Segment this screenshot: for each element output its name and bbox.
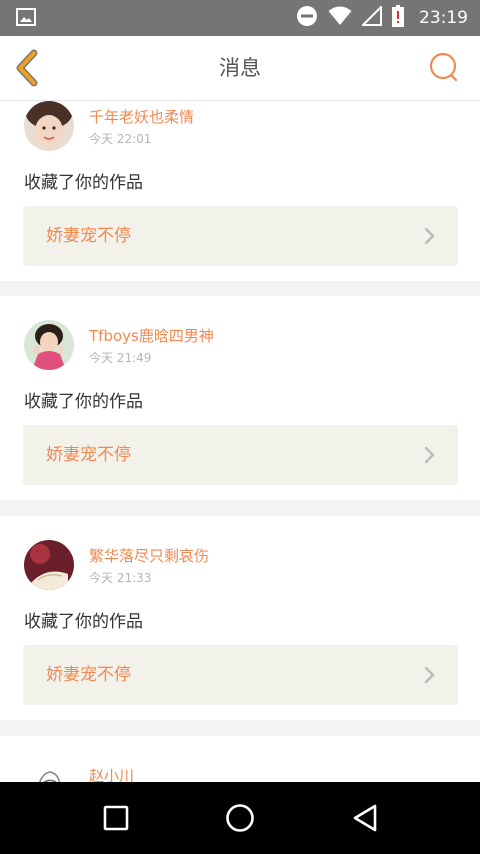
timestamp: 今天 21:33	[89, 571, 152, 585]
action-text: 收藏了你的作品	[24, 392, 143, 412]
square-recents-icon	[103, 805, 129, 831]
timestamp: 今天 21:49	[89, 351, 152, 365]
status-bar: 23:19	[0, 0, 480, 36]
action-text: 收藏了你的作品	[24, 173, 143, 193]
work-title: 娇妻宠不停	[46, 445, 131, 465]
username[interactable]: 繁华落尽只剩哀伤	[89, 545, 209, 566]
chevron-right-icon	[424, 227, 435, 245]
username[interactable]: Tfboys鹿晗四男神	[89, 325, 214, 346]
app-header: 消息	[0, 36, 480, 101]
search-icon	[429, 52, 458, 82]
status-time: 23:19	[419, 8, 468, 28]
avatar[interactable]	[24, 540, 74, 590]
action-text: 收藏了你的作品	[24, 612, 143, 632]
avatar[interactable]	[24, 101, 74, 151]
work-title: 娇妻宠不停	[46, 226, 131, 246]
work-link[interactable]: 娇妻宠不停	[23, 425, 458, 485]
nav-back-button[interactable]	[345, 798, 385, 838]
page-title: 消息	[219, 56, 261, 80]
search-button[interactable]	[424, 48, 464, 88]
notification-card: Tfboys鹿晗四男神 今天 21:49 收藏了你的作品 娇妻宠不停	[0, 296, 480, 500]
status-icons	[296, 4, 404, 31]
home-button[interactable]	[220, 798, 260, 838]
username[interactable]: 千年老妖也柔情	[89, 106, 194, 127]
notification-card: 赵小川	[0, 736, 480, 782]
signal-icon	[360, 4, 382, 30]
do-not-disturb-icon	[296, 5, 318, 31]
notification-feed[interactable]: 千年老妖也柔情 今天 22:01 收藏了你的作品 娇妻宠不停 Tfboys鹿晗四…	[0, 101, 480, 782]
chevron-right-icon	[424, 666, 435, 684]
avatar[interactable]	[24, 320, 74, 370]
notification-card: 繁华落尽只剩哀伤 今天 21:33 收藏了你的作品 娇妻宠不停	[0, 516, 480, 720]
work-link[interactable]: 娇妻宠不停	[23, 206, 458, 266]
work-title: 娇妻宠不停	[46, 665, 131, 685]
circle-home-icon	[226, 804, 254, 832]
avatar[interactable]	[24, 760, 74, 782]
timestamp: 今天 22:01	[89, 132, 152, 146]
system-nav-bar	[0, 782, 480, 854]
work-link[interactable]: 娇妻宠不停	[23, 645, 458, 705]
chevron-right-icon	[424, 446, 435, 464]
wifi-icon	[328, 6, 352, 30]
username[interactable]: 赵小川	[89, 765, 134, 782]
notification-card: 千年老妖也柔情 今天 22:01 收藏了你的作品 娇妻宠不停	[0, 101, 480, 281]
triangle-back-icon	[353, 804, 377, 832]
recents-button[interactable]	[96, 798, 136, 838]
battery-alert-icon	[392, 5, 404, 31]
gallery-icon	[16, 8, 36, 26]
